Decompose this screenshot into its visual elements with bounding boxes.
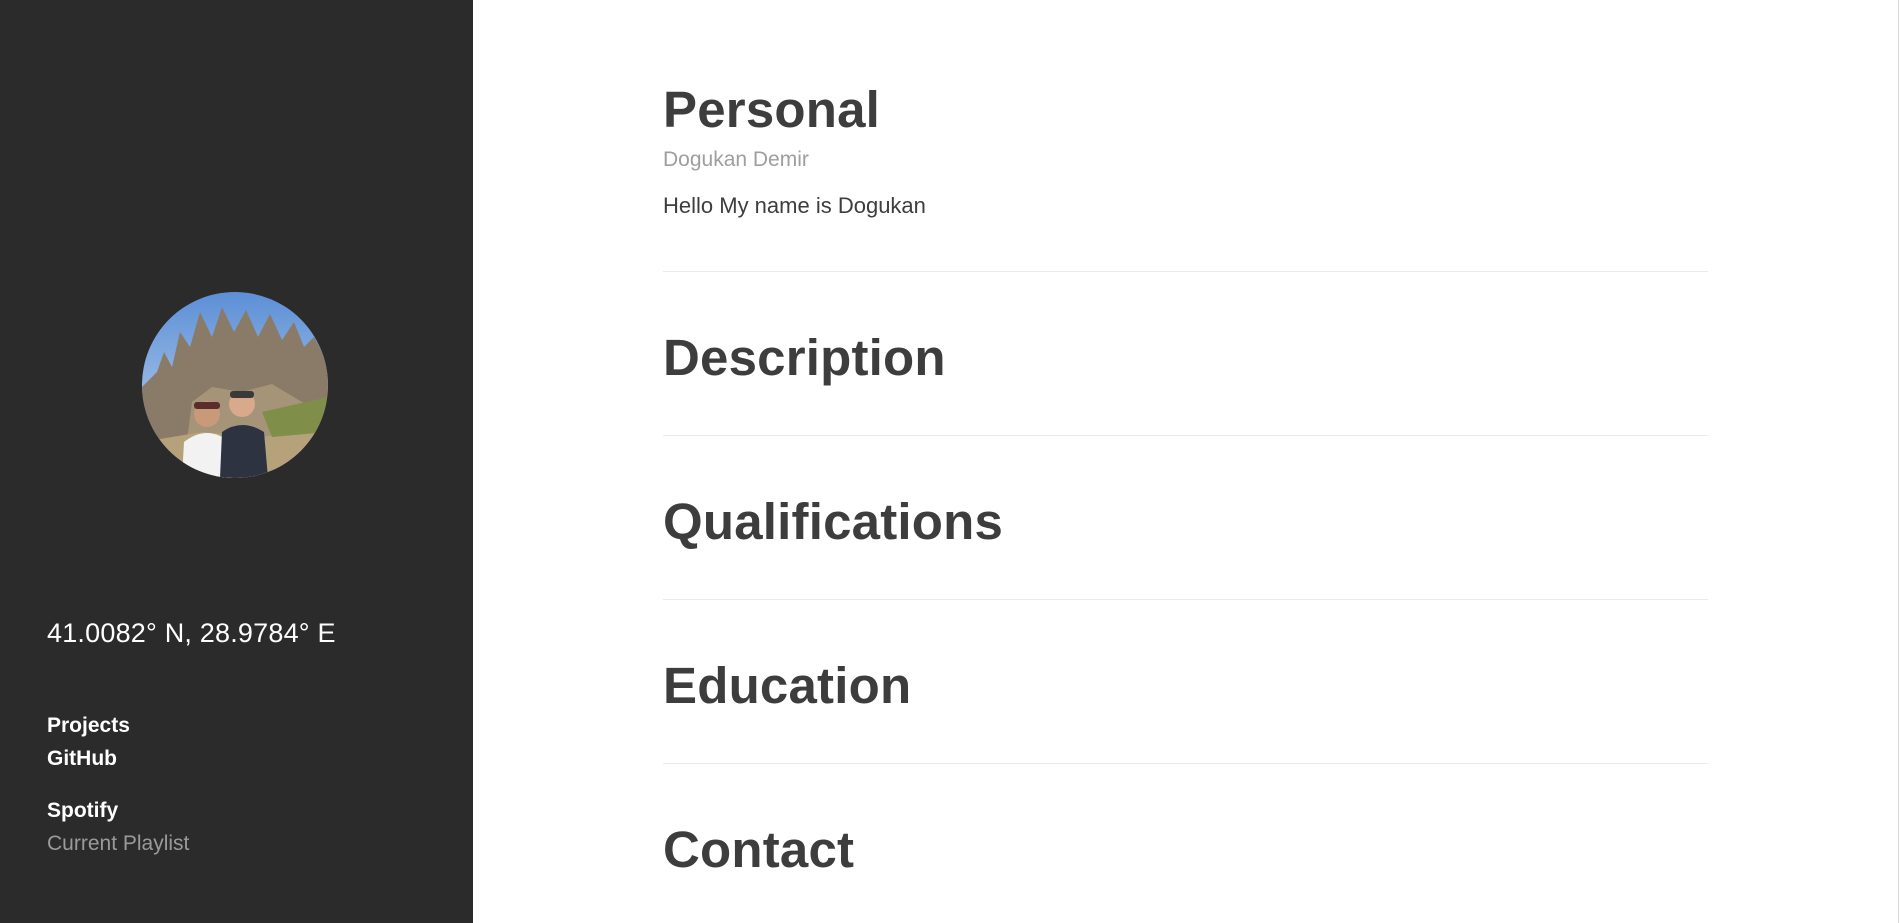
personal-intro: Hello My name is Dogukan [663, 193, 926, 218]
section-divider [663, 435, 1708, 436]
section-title-contact: Contact [663, 821, 855, 878]
person-name: Dogukan Demir [663, 148, 809, 171]
section-title-personal: Personal [663, 81, 881, 138]
section-divider [663, 763, 1708, 764]
current-playlist-link[interactable]: Current Playlist [47, 827, 189, 860]
section-divider [663, 599, 1708, 600]
page: 41.0082° N, 28.9784° E Projects GitHub S… [0, 0, 1902, 923]
spotify-link[interactable]: Spotify [47, 794, 189, 827]
section-divider [663, 271, 1708, 272]
profile-photo-icon [142, 292, 328, 478]
section-title-description: Description [663, 329, 946, 386]
sidebar: 41.0082° N, 28.9784° E Projects GitHub S… [0, 0, 473, 923]
github-link[interactable]: GitHub [47, 742, 189, 775]
sidebar-nav: Projects GitHub Spotify Current Playlist [47, 709, 189, 860]
section-title-education: Education [663, 657, 912, 714]
projects-link[interactable]: Projects [47, 709, 189, 742]
location-coordinates: 41.0082° N, 28.9784° E [47, 618, 336, 648]
avatar [142, 292, 328, 478]
section-title-qualifications: Qualifications [663, 493, 1004, 550]
scrollbar-track[interactable] [1898, 0, 1899, 923]
